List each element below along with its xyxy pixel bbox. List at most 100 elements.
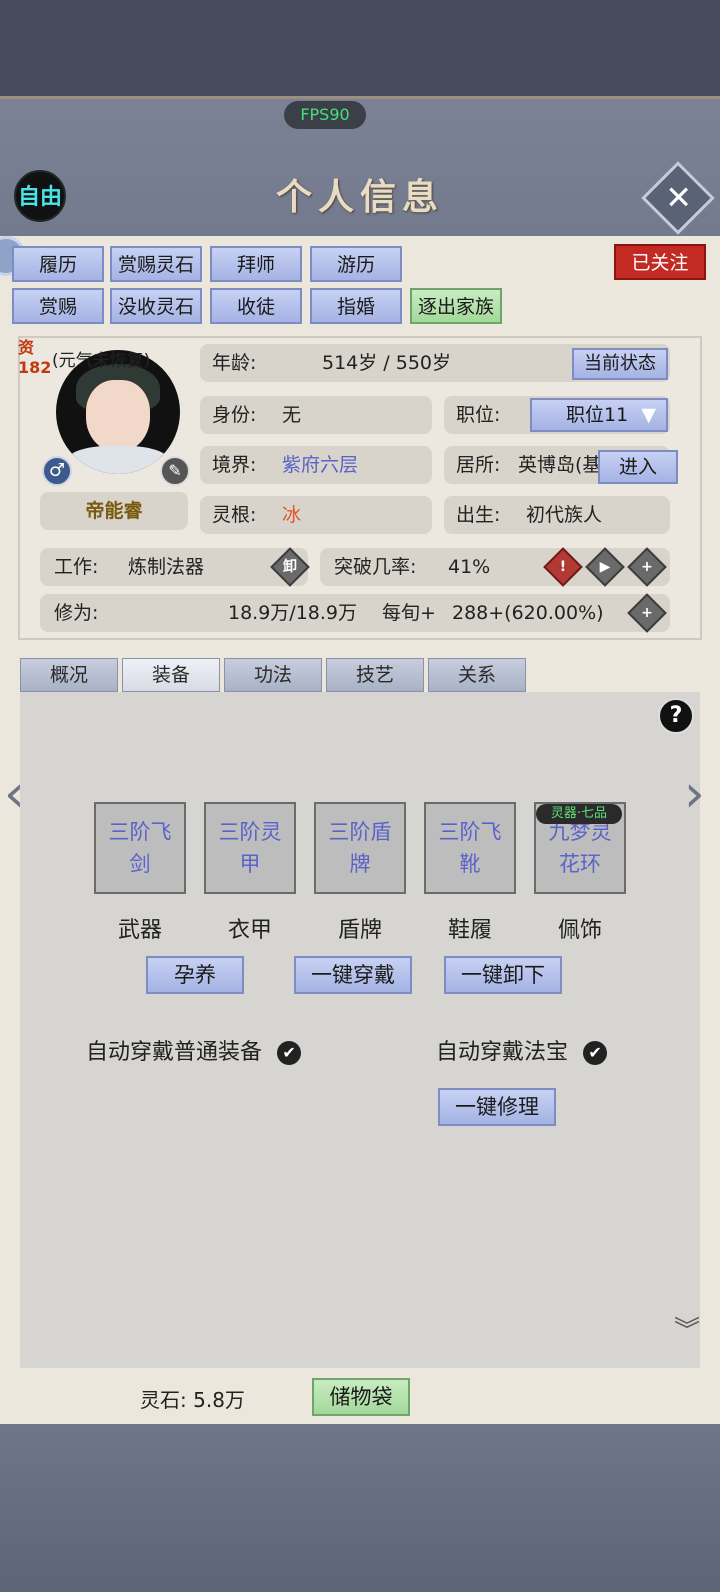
realm-value: 紫府六层 [282,454,359,476]
age-value: 514岁 / 550岁 [322,352,452,374]
checkmark-icon[interactable]: ✔ [277,1041,302,1065]
tab-relations[interactable]: 关系 [428,658,526,692]
accessory-grade-badge: 灵器·七品 [536,804,622,824]
slot-text-line: 靴 [459,852,481,876]
birth-value: 初代族人 [526,504,603,526]
arrange-marriage-button[interactable]: 指婚 [310,288,402,324]
avatar-robe [66,446,170,474]
work-row: 工作: 炼制法器 [40,548,308,586]
equipment-panel [20,692,700,1368]
wear-all-button[interactable]: 一键穿戴 [294,956,412,994]
rename-pen-icon[interactable]: ✎ [160,456,190,486]
bottom-band [0,1424,720,1592]
tab-equipment[interactable]: 装备 [122,658,220,692]
vitality-note: (元气未恢复) [52,351,151,371]
slot-text-line: 三阶飞 [108,820,172,844]
slot-text-line: 牌 [349,852,371,876]
slot-text-line: 三阶盾 [328,820,392,844]
birth-label: 出生: [456,504,501,526]
auto-wear-common-option[interactable]: 自动穿戴普通装备 ✔ [86,1034,302,1066]
age-label: 年龄: [212,352,257,374]
enter-button[interactable]: 进入 [598,450,678,484]
spirit-root-row: 灵根: 冰 [200,496,432,534]
boots-slot[interactable]: 三阶飞靴 [424,802,516,894]
tab-techniques[interactable]: 功法 [224,658,322,692]
spirit-root-value: 冰 [282,504,302,526]
storage-bag-button[interactable]: 储物袋 [312,1378,410,1416]
male-icon: ♂ [42,456,72,486]
spirit-stone-value: 5.8万 [193,1388,245,1412]
per-round-value: 288+(620.00%) [452,602,604,624]
top-background [0,0,720,96]
cultivation-value: 18.9万/18.9万 [228,602,358,624]
character-name: 帝能睿 [40,492,188,530]
breakthrough-label: 突破几率: [334,556,417,578]
auto-wear-treasure-option[interactable]: 自动穿戴法宝 ✔ [436,1034,608,1066]
slot-text-line: 花环 [559,852,601,876]
slot-text-line: 三阶灵 [218,820,282,844]
accessory-label: 佩饰 [557,918,602,943]
apprentice-button[interactable]: 拜师 [210,246,302,282]
next-arrow-icon[interactable]: › [684,764,705,824]
residence-value: 英博岛(基 [518,454,602,476]
aptitude-label: 资 [18,338,35,357]
boots-label: 鞋履 [447,918,492,943]
checkmark-icon[interactable]: ✔ [583,1041,608,1065]
spirit-root-label: 灵根: [212,504,257,526]
travel-button[interactable]: 游历 [310,246,402,282]
cultivation-row: 修为: 18.9万/18.9万 每旬+ 288+(620.00%) [40,594,670,632]
tab-skills[interactable]: 技艺 [326,658,424,692]
work-label: 工作: [54,556,99,578]
identity-row: 身份: 无 [200,396,432,434]
cultivation-label: 修为: [54,602,99,624]
slot-text-line: 三阶飞 [438,820,502,844]
slot-text-line: 剑 [129,852,151,876]
work-value: 炼制法器 [128,556,205,578]
auto-wear-treasure-label: 自动穿戴法宝 [436,1040,569,1065]
realm-row: 境界: 紫府六层 [200,446,432,484]
page-title: 个人信息 [275,176,444,218]
identity-label: 身份: [212,404,257,426]
breakthrough-value: 41% [448,556,491,578]
shield-label: 盾牌 [337,918,382,943]
identity-value: 无 [282,404,302,426]
aptitude-value: 182 [18,358,52,377]
repair-all-button[interactable]: 一键修理 [438,1088,556,1126]
birth-row: 出生: 初代族人 [444,496,670,534]
followed-button[interactable]: 已关注 [614,244,706,280]
nurture-button[interactable]: 孕养 [146,956,244,994]
previous-arrow-icon[interactable]: ‹ [4,764,25,824]
current-status-button[interactable]: 当前状态 [572,348,668,380]
reward-stone-button[interactable]: 赏赐灵石 [110,246,202,282]
confiscate-stone-button[interactable]: 没收灵石 [110,288,202,324]
avatar-face [86,380,150,452]
shield-slot[interactable]: 三阶盾牌 [314,802,406,894]
position-label: 职位: [456,404,501,426]
take-disciple-button[interactable]: 收徒 [210,288,302,324]
realm-label: 境界: [212,454,257,476]
chevron-down-icon: ▼ [641,404,656,426]
spirit-stone-label: 灵石: [140,1388,187,1412]
scroll-down-chevron-icon[interactable]: ︾ [674,1310,700,1347]
position-select[interactable]: 职位11 ▼ [530,398,668,432]
armor-slot[interactable]: 三阶灵甲 [204,802,296,894]
slot-text-line: 甲 [239,852,261,876]
weapon-slot[interactable]: 三阶飞剑 [94,802,186,894]
history-button[interactable]: 履历 [12,246,104,282]
armor-label: 衣甲 [227,918,272,943]
aptitude-badge: 资 182 [18,338,56,378]
residence-label: 居所: [456,454,501,476]
close-icon: ✕ [665,178,693,217]
free-mode-button[interactable]: 自由 [14,170,66,222]
spirit-stone-display: 灵石: 5.8万 [140,1384,245,1413]
remove-all-button[interactable]: 一键卸下 [444,956,562,994]
expel-button[interactable]: 逐出家族 [410,288,502,324]
fps-counter: FPS90 [284,101,366,129]
auto-wear-common-label: 自动穿戴普通装备 [86,1040,263,1065]
weapon-label: 武器 [117,918,162,943]
reward-button[interactable]: 赏赐 [12,288,104,324]
per-round-label: 每旬+ [382,602,436,624]
position-value: 职位11 [566,404,629,426]
tab-overview[interactable]: 概况 [20,658,118,692]
help-icon[interactable]: ? [658,698,694,734]
